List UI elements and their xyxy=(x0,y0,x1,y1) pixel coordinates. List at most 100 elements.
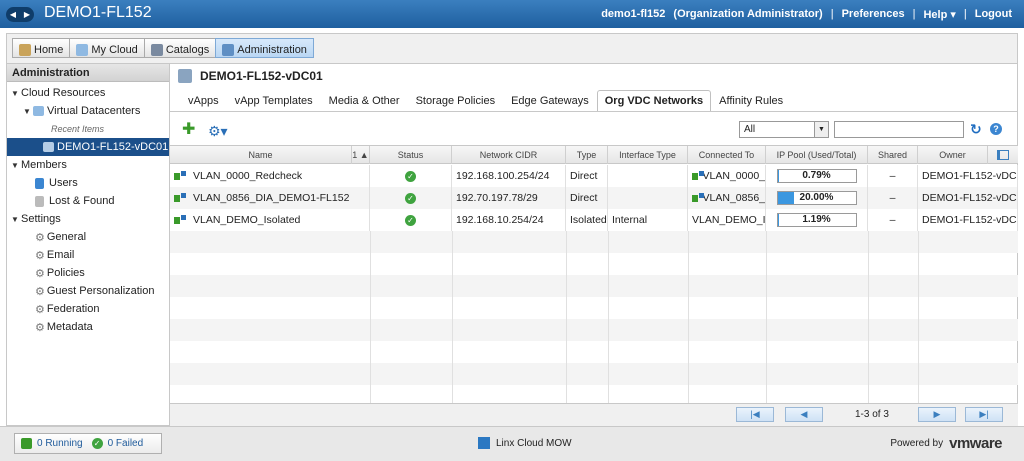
col-type[interactable]: Type xyxy=(566,146,608,164)
logout-link[interactable]: Logout xyxy=(975,8,1012,21)
subtab-media[interactable]: Media & Other xyxy=(321,90,408,111)
vmware-logo: vmware xyxy=(949,435,1002,452)
subtab-storage-policies[interactable]: Storage Policies xyxy=(408,90,504,111)
admin-sidebar: Administration ▼ Cloud Resources ▼ Virtu… xyxy=(6,63,170,426)
actions-gear-icon[interactable]: ⚙▾ xyxy=(208,123,228,140)
catalog-icon xyxy=(150,43,163,56)
back-arrow-icon[interactable]: ◀ xyxy=(10,10,16,19)
tree-settings[interactable]: ▼ Settings xyxy=(11,210,61,228)
tree-selected-vdc[interactable]: DEMO1-FL152-vDC01 xyxy=(7,138,169,156)
next-page-icon[interactable]: ▶ xyxy=(918,407,956,422)
tree-label: Members xyxy=(21,159,67,171)
status-ok-icon: ✓ xyxy=(405,170,416,182)
vdc-building-icon xyxy=(178,69,192,83)
brand-name: Linx Cloud MOW xyxy=(496,437,572,449)
divider xyxy=(170,111,1018,112)
tree-metadata[interactable]: ⚙ Metadata xyxy=(35,318,93,336)
expand-arrow-icon[interactable]: ▼ xyxy=(11,161,21,170)
table-row[interactable]: VLAN_0856_DIA_DEMO1-FL152 ✓ 192.70.197.7… xyxy=(170,187,1018,209)
column-chooser-icon[interactable] xyxy=(988,146,1018,164)
nav-arrows[interactable]: ◀ ▶ xyxy=(6,7,34,22)
lost-found-icon xyxy=(35,195,44,207)
expand-arrow-icon[interactable]: ▼ xyxy=(23,107,33,116)
table-row[interactable]: VLAN_DEMO_Isolated ✓ 192.168.10.254/24 I… xyxy=(170,209,1018,231)
tasks-summary[interactable]: 0 Running ✓ 0 Failed xyxy=(14,433,162,454)
cell-interface xyxy=(608,165,688,187)
tree-cloud-resources[interactable]: ▼ Cloud Resources xyxy=(11,84,105,102)
cell-status: ✓ xyxy=(370,165,452,187)
tree-users[interactable]: Users xyxy=(35,174,78,192)
filter-select[interactable]: All ▼ xyxy=(739,121,829,138)
tree-label: General xyxy=(46,231,87,243)
tree-general[interactable]: ⚙ General xyxy=(35,228,86,246)
col-connected-to[interactable]: Connected To xyxy=(688,146,766,164)
running-count[interactable]: 0 Running xyxy=(37,438,83,449)
tab-label: My Cloud xyxy=(91,43,138,56)
tab-catalogs[interactable]: Catalogs xyxy=(143,38,217,58)
empty-row xyxy=(170,253,1018,275)
subtab-org-vdc-networks[interactable]: Org VDC Networks xyxy=(596,90,712,111)
first-page-icon[interactable]: |◀ xyxy=(736,407,774,422)
cell-status: ✓ xyxy=(370,209,452,231)
tree-federation[interactable]: ⚙ Federation xyxy=(35,300,99,318)
search-input[interactable] xyxy=(834,121,964,138)
powered-by-label: Powered by xyxy=(890,438,944,449)
tab-home[interactable]: Home xyxy=(12,38,71,58)
col-network-cidr[interactable]: Network CIDR xyxy=(452,146,566,164)
tree-lost-found[interactable]: Lost & Found xyxy=(35,192,114,210)
chevron-down-icon[interactable]: ▼ xyxy=(814,122,828,137)
main-tab-bar: Home My Cloud Catalogs Administration xyxy=(6,33,1018,63)
gears-icon: ⚙ xyxy=(35,303,45,316)
col-sort-indicator[interactable]: 1 ▲ xyxy=(352,146,370,164)
user-links: demo1-fl152 (Organization Administrator)… xyxy=(601,8,1012,21)
tab-my-cloud[interactable]: My Cloud xyxy=(69,38,145,58)
network-icon xyxy=(692,192,703,204)
username: demo1-fl152 xyxy=(601,8,666,20)
col-shared[interactable]: Shared xyxy=(868,146,918,164)
network-icon xyxy=(174,170,187,182)
failed-count[interactable]: 0 Failed xyxy=(108,438,144,449)
tree-policies[interactable]: ⚙ Policies xyxy=(35,264,85,282)
cell-type: Direct xyxy=(566,165,608,187)
add-icon[interactable]: ✚ xyxy=(182,122,195,138)
cell-name: VLAN_0856_DIA_DEMO1-FL152 xyxy=(170,187,370,209)
help-menu[interactable]: Help ▾ xyxy=(923,8,955,21)
last-page-icon[interactable]: ▶| xyxy=(965,407,1003,422)
tree-virtual-datacenters[interactable]: ▼ Virtual Datacenters xyxy=(23,102,140,120)
col-interface-type[interactable]: Interface Type xyxy=(608,146,688,164)
cell-ip-pool: 20.00% xyxy=(766,187,868,209)
col-owner[interactable]: Owner xyxy=(918,146,988,164)
cell-connected: VLAN_0856_ xyxy=(688,187,766,209)
tree-members[interactable]: ▼ Members xyxy=(11,156,67,174)
col-ip-pool[interactable]: IP Pool (Used/Total) xyxy=(766,146,868,164)
help-icon[interactable]: ? xyxy=(990,123,1002,135)
tree-email[interactable]: ⚙ Email xyxy=(35,246,74,264)
cell-cidr: 192.168.100.254/24 xyxy=(452,165,566,187)
tree-guest-personalization[interactable]: ⚙ Guest Personalization xyxy=(35,282,155,300)
forward-arrow-icon[interactable]: ▶ xyxy=(24,10,30,19)
col-status[interactable]: Status xyxy=(370,146,452,164)
cell-interface xyxy=(608,187,688,209)
col-name[interactable]: Name xyxy=(170,146,352,164)
subtab-affinity-rules[interactable]: Affinity Rules xyxy=(711,90,791,111)
table-row[interactable]: VLAN_0000_Redcheck ✓ 192.168.100.254/24 … xyxy=(170,165,1018,187)
expand-arrow-icon[interactable]: ▼ xyxy=(11,215,21,224)
tab-label: Home xyxy=(34,43,64,56)
cell-cidr: 192.70.197.78/29 xyxy=(452,187,566,209)
prev-page-icon[interactable]: ◀ xyxy=(785,407,823,422)
expand-arrow-icon[interactable]: ▼ xyxy=(11,89,21,98)
status-ok-icon: ✓ xyxy=(405,192,416,204)
cell-shared: – xyxy=(868,165,918,187)
refresh-icon[interactable]: ↻ xyxy=(970,121,982,138)
failed-tasks-icon: ✓ xyxy=(91,438,103,449)
subtab-vapp-templates[interactable]: vApp Templates xyxy=(227,90,321,111)
column-line xyxy=(868,231,869,403)
ip-pool-label: 20.00% xyxy=(799,192,834,203)
vdc-icon xyxy=(43,142,54,152)
subtab-vapps[interactable]: vApps xyxy=(180,90,227,111)
subtab-edge-gateways[interactable]: Edge Gateways xyxy=(503,90,597,111)
preferences-link[interactable]: Preferences xyxy=(842,8,905,21)
subtab-strip: vApps vApp Templates Media & Other Stora… xyxy=(180,90,791,111)
tab-administration[interactable]: Administration xyxy=(215,38,314,58)
cell-owner: DEMO1-FL152-vDC xyxy=(918,187,1018,209)
